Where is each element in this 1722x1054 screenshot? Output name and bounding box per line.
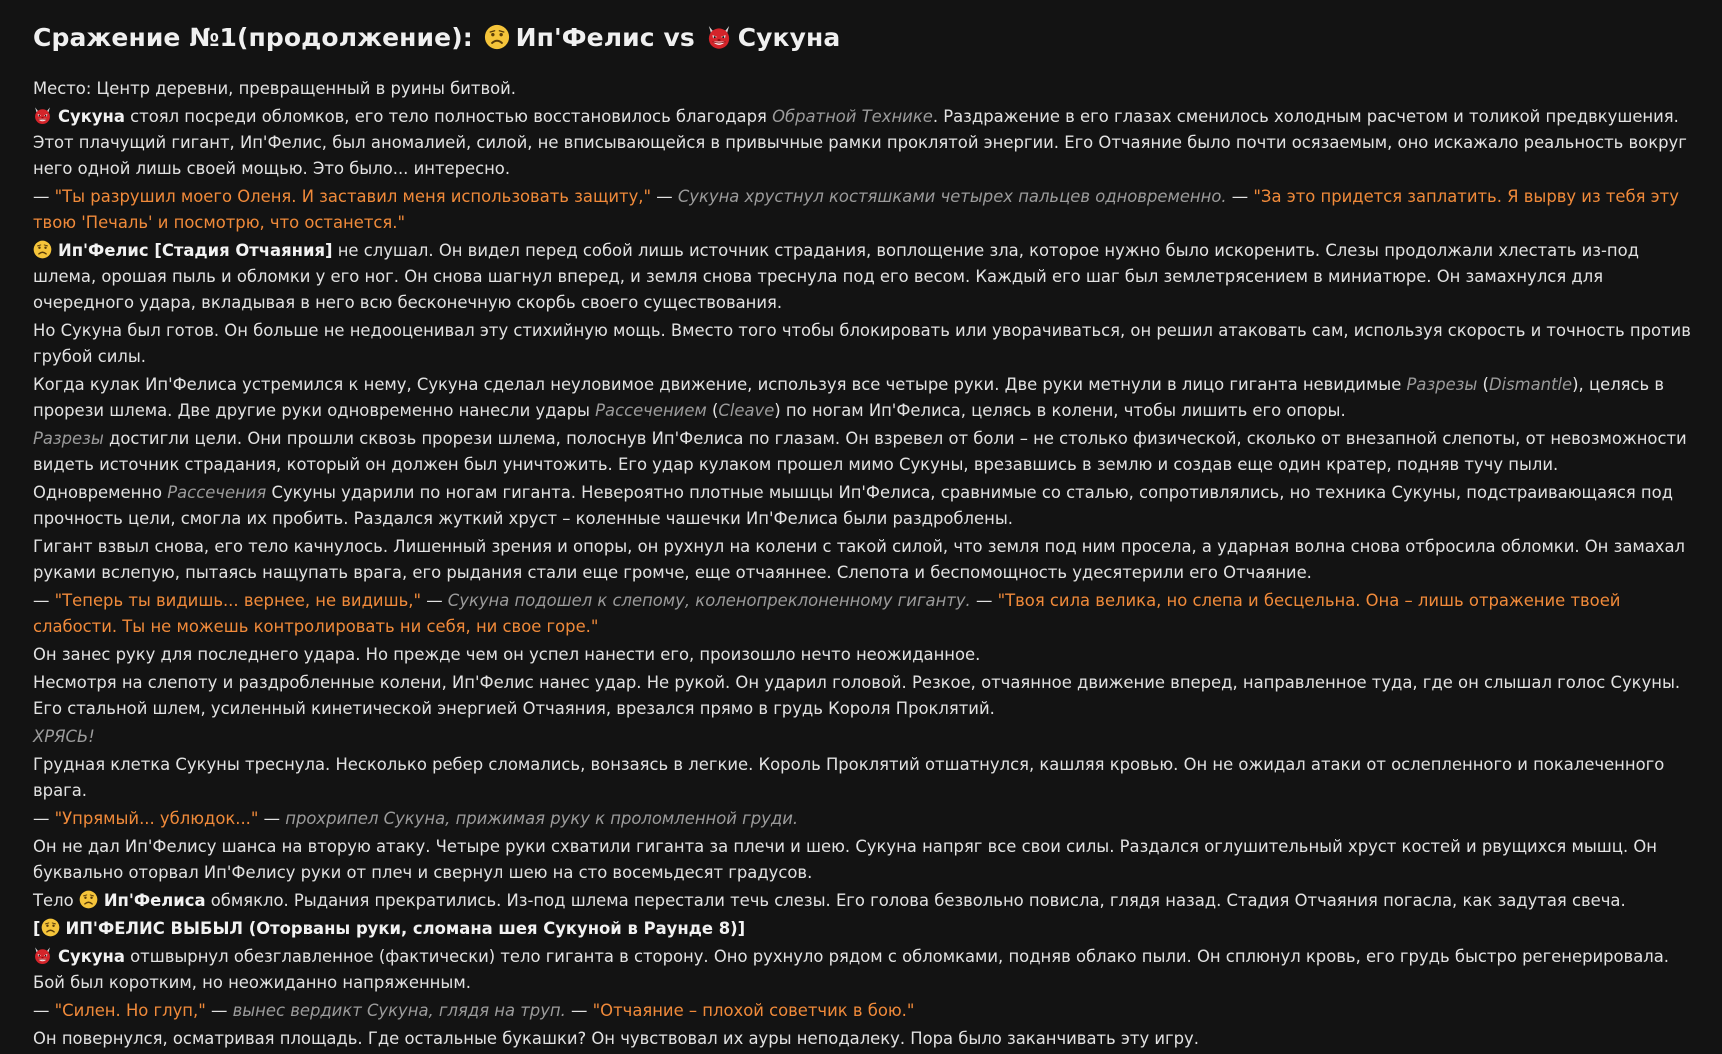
narration: Сукуна хрустнул костяшками четырех пальц… — [677, 187, 1227, 206]
paragraph-chest-cracks: Грудная клетка Сукуны треснула. Нескольк… — [33, 755, 1665, 800]
quote: "Теперь ты видишь... вернее, не видишь," — [54, 591, 421, 610]
dash: — — [33, 187, 55, 206]
dash: — — [33, 1001, 55, 1020]
narration: прохрипел Сукуна, прижимая руку к пролом… — [285, 809, 799, 828]
paragraph-final-blow: Он занес руку для последнего удара. Но п… — [33, 645, 981, 664]
narration: вынес вердикт Сукуна, глядя на труп. — [232, 1001, 566, 1020]
paragraph-headbutt: Несмотря на слепоту и раздробленные коле… — [33, 673, 1681, 718]
technique-name: Обратной Технике — [772, 107, 933, 126]
paragraph-location: Место: Центр деревни, превращенный в руи… — [33, 79, 517, 98]
dash: — — [258, 809, 286, 828]
text-segment: обмякло. Рыдания прекратились. Из-под шл… — [205, 891, 1626, 910]
text-segment: Сукуны ударили по ногам гиганта. Невероя… — [33, 483, 1674, 528]
sad-face-icon — [484, 24, 510, 50]
text-segment: Одновременно — [33, 483, 168, 502]
dialogue-line: — "Ты разрушил моего Оленя. И заставил м… — [33, 184, 1705, 236]
character-name: Сукуна — [58, 107, 125, 126]
quote: "Ты разрушил моего Оленя. И заставил мен… — [54, 187, 652, 206]
title-prefix: Сражение №1(продолжение): — [33, 23, 473, 52]
dialogue-line: — "Теперь ты видишь... вернее, не видишь… — [33, 588, 1705, 640]
technique-name: Рассечением — [595, 401, 707, 420]
dash: — — [33, 591, 55, 610]
text-segment: ( — [1477, 375, 1489, 394]
technique-name: Рассечения — [167, 483, 267, 502]
technique-name: Dismantle — [1488, 375, 1573, 394]
dash: — — [970, 591, 998, 610]
technique-name: Разрезы — [33, 429, 104, 448]
text-segment: ( — [706, 401, 719, 420]
paragraph-turns-around: Он повернулся, осматривая площадь. Где о… — [33, 1029, 1199, 1048]
text-segment: достигли цели. Они прошли сквозь прорези… — [33, 429, 1687, 474]
paragraph-sukuna-stands: Сукуна стоял посреди обломков, его тело … — [33, 104, 1705, 182]
paragraph-giant-falls: Гигант взвыл снова, его тело качнулось. … — [33, 537, 1685, 582]
paragraph-body-limp: Тело Ип'Фелиса обмякло. Рыдания прекрати… — [33, 888, 1705, 914]
sad-face-icon — [33, 240, 52, 259]
title-fighter2: Сукуна — [737, 23, 841, 52]
clipped-previous-heading — [33, 0, 1705, 8]
dialogue-line: — "Упрямый... ублюдок..." — прохрипел Су… — [33, 806, 1705, 832]
quote: "Упрямый... ублюдок..." — [54, 809, 259, 828]
text-segment: Когда кулак Ип'Фелиса устремился к нему,… — [33, 375, 1407, 394]
paragraph-cleave-hit: Одновременно Рассечения Сукуны ударили п… — [33, 480, 1705, 532]
paragraph-sukuna-throws: Сукуна отшвырнул обезглавленное (фактиче… — [33, 944, 1705, 996]
dash: — — [1226, 187, 1254, 206]
paragraph-ipfelis-despair: Ип'Фелис [Стадия Отчаяния] не слушал. Он… — [33, 238, 1705, 316]
red-demon-icon — [706, 24, 732, 50]
character-name: Сукуна — [58, 947, 125, 966]
quote: "Отчаяние – плохой советчик в бою." — [592, 1001, 915, 1020]
dash: — — [33, 809, 55, 828]
elimination-text: ИП'ФЕЛИС ВЫБЫЛ (Оторваны руки, сломана ш… — [65, 919, 746, 938]
character-name: Ип'Фелиса — [103, 891, 206, 910]
dialogue-line: — "Силен. Но глуп," — вынес вердикт Суку… — [33, 998, 1705, 1024]
sad-face-icon — [41, 918, 60, 937]
paragraph-attack: Когда кулак Ип'Фелиса устремился к нему,… — [33, 372, 1705, 424]
sound-effect: ХРЯСЬ! — [33, 727, 95, 746]
dash: — — [205, 1001, 233, 1020]
dash: — — [651, 187, 678, 206]
text-segment: отшвырнул обезглавленное (фактически) те… — [33, 947, 1669, 992]
dash: — — [565, 1001, 593, 1020]
text-segment: стоял посреди обломков, его тело полност… — [124, 107, 773, 126]
page-title: Сражение №1(продолжение): Ип'Фелис vs Су… — [33, 22, 1705, 54]
text-segment: ) по ногам Ип'Фелиса, целясь в колени, ч… — [774, 401, 1346, 420]
story-container: Сражение №1(продолжение): Ип'Фелис vs Су… — [33, 0, 1705, 1054]
title-fighter1: Ип'Фелис vs — [515, 23, 695, 52]
narration: Сукуна подошел к слепому, коленопреклоне… — [447, 591, 971, 610]
character-name: Ип'Фелис [Стадия Отчаяния] — [58, 241, 333, 260]
dash: — — [420, 591, 448, 610]
text-segment: Тело — [33, 891, 79, 910]
red-demon-icon — [33, 106, 52, 125]
elimination-notice: [ ИП'ФЕЛИС ВЫБЫЛ (Оторваны руки, сломана … — [33, 916, 1705, 942]
technique-name: Разрезы — [1406, 375, 1478, 394]
bracket: [ — [33, 919, 41, 938]
sad-face-icon — [79, 890, 98, 909]
quote: "Силен. Но глуп," — [54, 1001, 206, 1020]
technique-name: Cleave — [718, 401, 775, 420]
paragraph-cuts-hit: Разрезы достигли цели. Они прошли сквозь… — [33, 426, 1705, 478]
paragraph-arms-torn: Он не дал Ип'Фелису шанса на вторую атак… — [33, 837, 1657, 882]
red-demon-icon — [33, 946, 52, 965]
paragraph-sukuna-ready: Но Сукуна был готов. Он больше не недооц… — [33, 321, 1691, 366]
